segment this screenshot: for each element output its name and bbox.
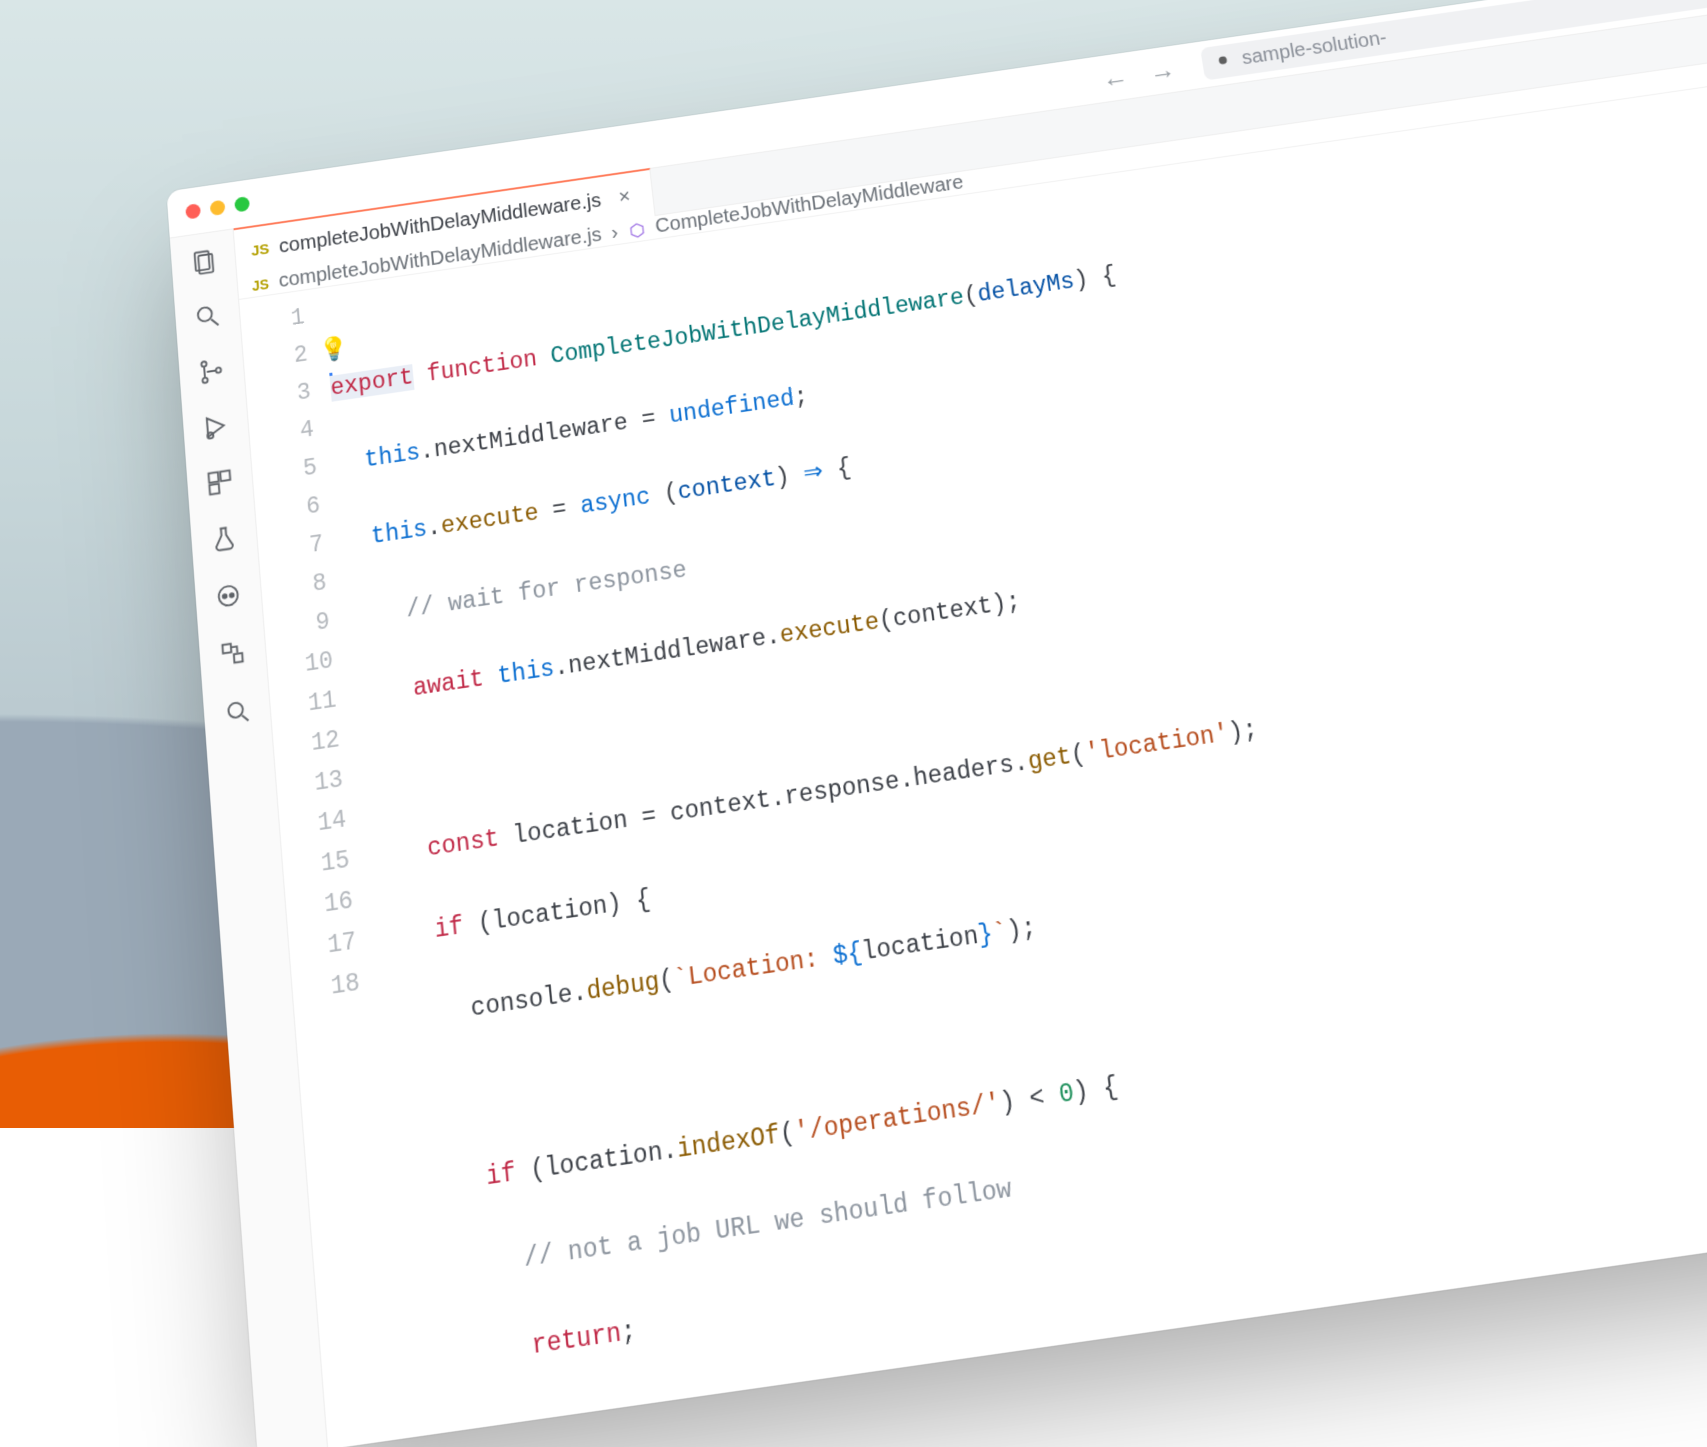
debug-icon[interactable] bbox=[200, 410, 232, 444]
history-forward-icon[interactable]: → bbox=[1147, 54, 1177, 87]
maximize-window-button[interactable] bbox=[234, 196, 250, 212]
testing-flask-icon[interactable] bbox=[208, 522, 240, 557]
extensions-icon[interactable] bbox=[204, 465, 236, 499]
git-icon[interactable] bbox=[196, 354, 228, 388]
search-bottom-icon[interactable] bbox=[220, 693, 253, 729]
close-window-button[interactable] bbox=[185, 203, 201, 220]
editor-window: ← → sample-solution- JS completeJobWithD… bbox=[166, 0, 1707, 1447]
tab-lang-badge: JS bbox=[251, 240, 270, 259]
search-sidebar-icon[interactable] bbox=[191, 300, 223, 334]
search-icon bbox=[1215, 53, 1233, 70]
history-back-icon[interactable]: ← bbox=[1100, 61, 1130, 94]
files-icon[interactable] bbox=[187, 245, 219, 278]
copilot-icon[interactable] bbox=[212, 578, 245, 613]
breadcrumb-symbol-icon bbox=[627, 220, 647, 240]
search-placeholder: sample-solution- bbox=[1240, 27, 1388, 70]
lightbulb-icon[interactable]: 💡 bbox=[318, 330, 350, 371]
breadcrumb-separator: › bbox=[610, 222, 619, 245]
tab-close-icon[interactable]: × bbox=[617, 185, 631, 209]
references-icon[interactable] bbox=[216, 636, 249, 671]
breadcrumb-file-icon: JS bbox=[251, 276, 269, 294]
minimize-window-button[interactable] bbox=[210, 199, 226, 216]
